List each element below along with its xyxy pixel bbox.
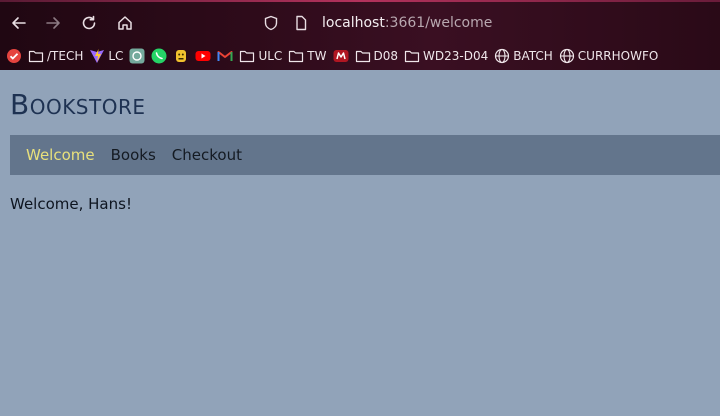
bookmark-label: BATCH [513,49,553,63]
main-nav: Welcome Books Checkout [10,135,720,175]
bookmark-wd23-d04[interactable]: WD23-D04 [404,45,488,67]
folder-icon [404,48,420,64]
bookmark-m[interactable] [333,45,349,67]
yellow-mascot-icon [173,48,189,64]
whatsapp-icon [151,48,167,64]
url-path: :3661/welcome [384,15,493,31]
url-host: localhost [322,15,385,31]
bookmark-tw[interactable]: TW [288,45,327,67]
reload-icon [82,15,96,30]
home-icon [118,16,132,30]
vite-icon [89,48,105,64]
bookmark-gmail[interactable] [217,45,233,67]
bookmark-whatsapp[interactable] [151,45,167,67]
welcome-message: Welcome, Hans! [10,195,132,213]
bookmark-ulc[interactable]: ULC [239,45,282,67]
folder-icon [288,48,304,64]
arrow-right-icon [46,17,60,29]
bookmark-chatgpt[interactable] [129,45,145,67]
globe-icon [559,48,575,64]
browser-chrome: localhost:3661/welcome /TECH LC ULC TW … [0,0,720,70]
red-check-icon [6,48,22,64]
folder-icon [28,48,44,64]
chatgpt-icon [129,48,145,64]
folder-icon [239,48,255,64]
back-button[interactable] [4,8,34,38]
bookmark-label: /TECH [47,49,84,63]
arrow-left-icon [12,17,26,29]
bookmark-label: LC [108,49,124,63]
nav-link-welcome[interactable]: Welcome [26,146,95,164]
bookmark-label: ULC [258,49,283,63]
forward-button[interactable] [38,8,68,38]
bookmark-mascot[interactable] [173,45,189,67]
bookmark-lc[interactable]: LC [89,45,123,67]
page-title: Bookstore [10,88,146,121]
bookmark-d08[interactable]: D08 [355,45,399,67]
bookmark-label: D08 [373,49,399,63]
folder-icon [355,48,371,64]
bookmark-currhowfo[interactable]: CURRHOWFO [559,45,659,67]
page-icon [292,14,310,32]
nav-link-books[interactable]: Books [111,146,156,164]
bookmark-label: TW [307,49,327,63]
gmail-icon [217,48,233,64]
home-button[interactable] [110,8,140,38]
bookmark-youtube[interactable] [195,45,211,67]
bookmark-batch[interactable]: BATCH [494,45,553,67]
bookmark-label: CURRHOWFO [577,49,659,63]
nav-link-checkout[interactable]: Checkout [172,146,242,164]
globe-icon [494,48,510,64]
bookmark-tech[interactable]: /TECH [28,45,83,67]
bookmark-label: WD23-D04 [423,49,489,63]
address-bar[interactable]: localhost:3661/welcome [262,8,562,38]
red-m-icon [333,48,349,64]
shield-icon[interactable] [262,14,280,32]
browser-toolbar: localhost:3661/welcome [0,6,720,40]
bookmarks-bar: /TECH LC ULC TW D08 WD23-D04 BATCH CURRH… [0,44,720,68]
youtube-icon [195,48,211,64]
bookmark-check[interactable] [6,45,22,67]
reload-button[interactable] [74,8,104,38]
